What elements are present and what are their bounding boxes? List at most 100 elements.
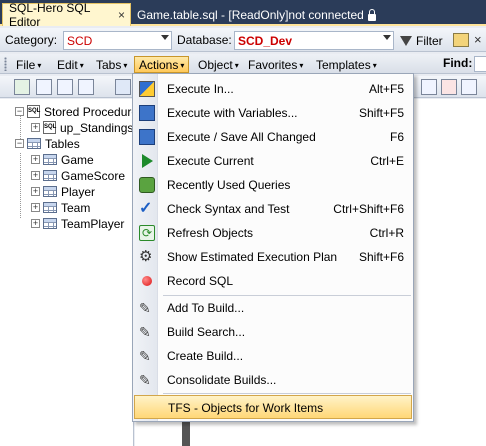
tab-label: Game.table.sql - [ReadOnly]not connected (137, 8, 364, 22)
tree-label: Stored Procedure (44, 104, 139, 119)
chevron-down-icon (383, 35, 391, 40)
menu-separator (163, 393, 411, 394)
expand-icon[interactable]: + (31, 171, 40, 180)
execute-save-icon (139, 129, 155, 145)
database-value: SCD_Dev (238, 34, 293, 48)
find-label: Find: (443, 56, 473, 70)
tree-node-table[interactable]: + TeamPlayer (31, 215, 124, 232)
tree-node-table[interactable]: + Game (31, 151, 94, 168)
expand-icon[interactable]: + (31, 123, 40, 132)
table-folder-icon (27, 138, 41, 149)
record-icon (142, 276, 152, 286)
tree-label: Game (61, 152, 94, 167)
filter-label: Filter (416, 34, 443, 48)
recent-queries-icon (139, 177, 155, 193)
close-icon[interactable]: × (474, 32, 482, 47)
menu-item-create-build[interactable]: ✎ Create Build... (134, 344, 412, 368)
execute-variables-icon (139, 105, 155, 121)
tab-sql-hero-editor[interactable]: SQL-Hero SQL Editor × (2, 1, 131, 29)
tree-label: TeamPlayer (61, 216, 125, 231)
table-icon (43, 202, 57, 213)
collapse-icon[interactable]: − (15, 107, 24, 116)
find-input[interactable] (474, 56, 486, 72)
menu-item-refresh-objects[interactable]: ⟳ Refresh Objects Ctrl+R (134, 221, 412, 245)
menu-item-consolidate-builds[interactable]: ✎ Consolidate Builds... (134, 368, 412, 392)
category-bar: Category: SCD Database: SCD_Dev Filter × (0, 28, 486, 52)
tree-node-tables[interactable]: − Tables (15, 135, 80, 152)
menu-item-execute-current[interactable]: Execute Current Ctrl+E (134, 149, 412, 173)
actions-dropdown-menu: Execute In... Alt+F5 Execute with Variab… (132, 73, 414, 422)
delete-icon[interactable] (441, 79, 457, 95)
table-icon (43, 154, 57, 165)
build-search-icon: ✎ (139, 324, 151, 340)
menu-item-build-search[interactable]: ✎ Build Search... (134, 320, 412, 344)
tab-game-table-sql[interactable]: Game.table.sql - [ReadOnly]not connected (137, 5, 376, 25)
menu-item-record-sql[interactable]: Record SQL (134, 269, 412, 293)
toolbar-grip-icon[interactable] (4, 57, 7, 71)
menu-templates[interactable]: Templates ▾ (312, 56, 381, 73)
expand-icon[interactable]: + (31, 219, 40, 228)
menu-item-tfs-work-items[interactable]: TFS - Objects for Work Items (134, 395, 412, 419)
add-build-icon: ✎ (139, 300, 151, 316)
open-icon[interactable] (57, 79, 73, 95)
consolidate-builds-icon: ✎ (139, 372, 151, 388)
connect-icon[interactable] (115, 79, 131, 95)
refresh-icon[interactable] (14, 79, 30, 95)
tree-label: Tables (45, 136, 80, 151)
new-query-icon[interactable] (36, 79, 52, 95)
refresh-icon: ⟳ (139, 225, 155, 241)
filter-button[interactable]: Filter (400, 32, 443, 50)
splitter-bar[interactable] (182, 420, 190, 446)
check-syntax-icon: ✓ (139, 200, 153, 217)
table-icon (43, 186, 57, 197)
menu-item-add-to-build[interactable]: ✎ Add To Build... (134, 296, 412, 320)
table-icon (43, 218, 57, 229)
expand-icon[interactable]: + (31, 187, 40, 196)
tree-node-table[interactable]: + Player (31, 183, 95, 200)
menu-item-execute-in[interactable]: Execute In... Alt+F5 (134, 77, 412, 101)
database-select[interactable]: SCD_Dev (234, 31, 394, 50)
tree-label: Team (61, 200, 91, 215)
tree-connector (20, 153, 21, 218)
menu-favorites[interactable]: Favorites ▾ (244, 56, 307, 73)
object-tree: − SQL Stored Procedure + SQL up_Standing… (0, 99, 138, 446)
tree-label: GameScore (61, 168, 126, 183)
expand-icon[interactable]: + (31, 203, 40, 212)
menu-object[interactable]: Object ▾ (194, 56, 243, 73)
tree-node-table[interactable]: + GameScore (31, 167, 125, 184)
menu-item-recent-queries[interactable]: Recently Used Queries (134, 173, 412, 197)
category-value: SCD (67, 34, 93, 48)
tree-label: up_Standings (60, 120, 134, 135)
menu-tabs[interactable]: Tabs ▾ (92, 56, 131, 73)
menu-item-check-syntax[interactable]: ✓ Check Syntax and Test Ctrl+Shift+F6 (134, 197, 412, 221)
table-icon (43, 170, 57, 181)
collapse-icon[interactable]: − (15, 139, 24, 148)
document-icon[interactable] (421, 79, 437, 95)
menu-item-execute-variables[interactable]: Execute with Variables... Shift+F5 (134, 101, 412, 125)
menu-bar: File ▾ Edit ▾ Tabs ▾ Actions ▾ Object ▾ Favor… (0, 54, 486, 74)
menu-actions[interactable]: Actions ▾ (134, 56, 190, 73)
play-icon (142, 154, 153, 168)
category-label: Category: (5, 33, 58, 47)
menu-edit[interactable]: Edit ▾ (53, 56, 88, 73)
save-icon[interactable] (78, 79, 94, 95)
tree-label: Player (61, 184, 96, 199)
options-icon[interactable] (461, 79, 477, 95)
expand-icon[interactable]: + (31, 155, 40, 164)
menu-item-execute-save-all[interactable]: Execute / Save All Changed F6 (134, 125, 412, 149)
tree-node-procedure[interactable]: + SQL up_Standings (31, 119, 133, 136)
sql-procedure-icon: SQL (43, 121, 56, 134)
create-build-icon: ✎ (139, 348, 151, 364)
close-tab-icon[interactable]: × (118, 8, 125, 22)
execute-icon (139, 81, 155, 97)
tree-node-table[interactable]: + Team (31, 199, 90, 216)
document-tab-strip: SQL-Hero SQL Editor × Game.table.sql - [… (0, 0, 486, 29)
lock-icon (367, 8, 376, 21)
funnel-icon (400, 36, 412, 46)
tree-node-stored-procedures[interactable]: − SQL Stored Procedure (15, 103, 138, 120)
menu-file[interactable]: File ▾ (12, 56, 45, 73)
menu-item-execution-plan[interactable]: ⚙ Show Estimated Execution Plan Shift+F6 (134, 245, 412, 269)
sql-folder-icon: SQL (27, 105, 40, 118)
filter-settings-icon[interactable] (453, 33, 469, 47)
category-select[interactable]: SCD (63, 31, 172, 50)
